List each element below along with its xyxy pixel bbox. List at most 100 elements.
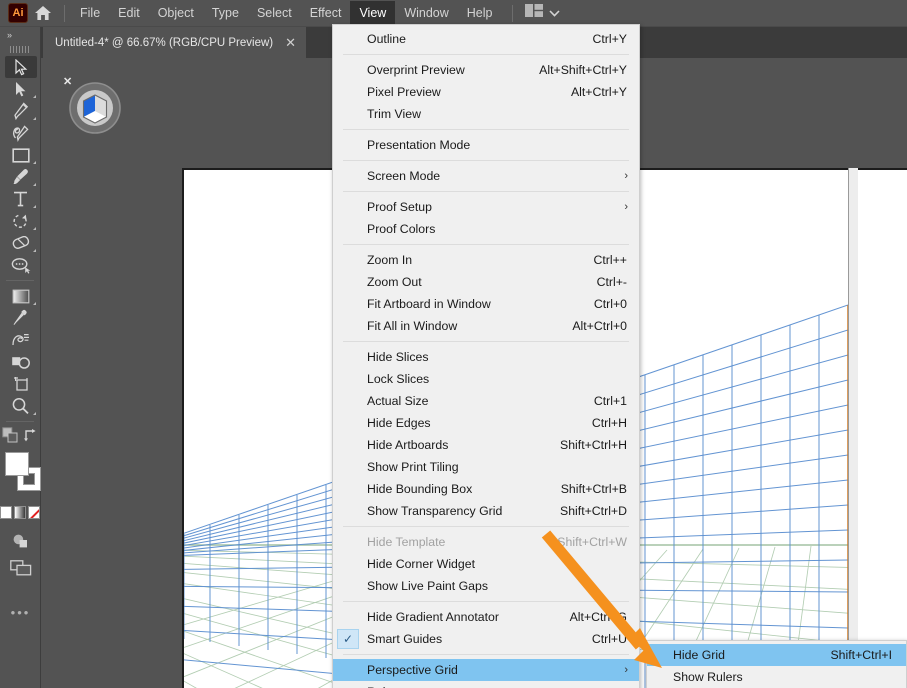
- menu-row-hide-gradient-annotator[interactable]: Hide Gradient Annotator Alt+Ctrl+G: [333, 606, 639, 628]
- menu-row-label: Fit Artboard in Window: [367, 297, 491, 311]
- menu-row-proof-setup[interactable]: Proof Setup ›: [333, 196, 639, 218]
- panel-drag-handle[interactable]: [0, 42, 40, 56]
- artboard-tool[interactable]: [0, 373, 41, 395]
- menu-file[interactable]: File: [71, 1, 109, 25]
- menu-row-presentation-mode[interactable]: Presentation Mode: [333, 134, 639, 156]
- drawing-mode-icon[interactable]: [0, 529, 41, 551]
- menu-row-rulers[interactable]: Rulers›: [333, 681, 639, 688]
- view-menu-dropdown[interactable]: Outline Ctrl+Y Overprint Preview Alt+Shift+…: [332, 24, 640, 688]
- menu-row-outline[interactable]: Outline Ctrl+Y: [333, 28, 639, 50]
- menu-row-hide-template: Hide Template Shift+Ctrl+W: [333, 531, 639, 553]
- perspective-grid-widget[interactable]: ✕: [63, 76, 122, 135]
- menu-row-overprint-preview[interactable]: Overprint Preview Alt+Shift+Ctrl+Y: [333, 59, 639, 81]
- menu-row-zoom-out[interactable]: Zoom Out Ctrl+-: [333, 271, 639, 293]
- close-icon[interactable]: ✕: [63, 75, 72, 88]
- document-tab[interactable]: Untitled-4* @ 66.67% (RGB/CPU Preview) ✕: [43, 27, 307, 58]
- menu-row-screen-mode[interactable]: Screen Mode ›: [333, 165, 639, 187]
- fill-swatch[interactable]: [5, 452, 29, 476]
- menu-help[interactable]: Help: [458, 1, 502, 25]
- menu-row-proof-colors[interactable]: Proof Colors: [333, 218, 639, 240]
- menu-row-hide-slices[interactable]: Hide Slices: [333, 346, 639, 368]
- menu-row-show-print-tiling[interactable]: Show Print Tiling: [333, 456, 639, 478]
- eyedropper-tool[interactable]: [0, 307, 41, 329]
- menu-row-show-live-paint-gaps[interactable]: Show Live Paint Gaps: [333, 575, 639, 597]
- menu-row-shortcut: Ctrl+Y: [592, 32, 627, 46]
- pen-tool[interactable]: [0, 100, 41, 122]
- blend-tool[interactable]: [0, 329, 41, 351]
- menu-object[interactable]: Object: [149, 1, 203, 25]
- edit-toolbar-icon[interactable]: •••: [0, 601, 41, 623]
- document-tab-label: Untitled-4* @ 66.67% (RGB/CPU Preview): [55, 36, 274, 49]
- menu-row-trim-view[interactable]: Trim View: [333, 103, 639, 125]
- menu-row-hide-edges[interactable]: Hide Edges Ctrl+H: [333, 412, 639, 434]
- menu-row-label: Hide Bounding Box: [367, 482, 473, 496]
- lasso-tool[interactable]: [0, 254, 41, 276]
- menu-row-fit-all-in-window[interactable]: Fit All in Window Alt+Ctrl+0: [333, 315, 639, 337]
- type-tool[interactable]: [0, 188, 41, 210]
- menu-select[interactable]: Select: [248, 1, 301, 25]
- curvature-tool[interactable]: [0, 122, 41, 144]
- menu-row-label: Proof Colors: [367, 222, 436, 236]
- menu-row-label: Lock Slices: [367, 372, 430, 386]
- gradient-fill-icon[interactable]: [14, 506, 26, 519]
- none-fill-icon[interactable]: [28, 506, 40, 519]
- edit-toolbar-dots: •••: [10, 604, 31, 620]
- gradient-tool[interactable]: [0, 285, 41, 307]
- menu-row-fit-artboard-in-window[interactable]: Fit Artboard in Window Ctrl+0: [333, 293, 639, 315]
- rotate-tool[interactable]: [0, 210, 41, 232]
- menu-type[interactable]: Type: [203, 1, 248, 25]
- zoom-tool[interactable]: [0, 395, 41, 417]
- submenu-arrow-icon: ›: [624, 201, 628, 213]
- menu-row-show-transparency-grid[interactable]: Show Transparency Grid Shift+Ctrl+D: [333, 500, 639, 522]
- submenu-row-shortcut: Shift+Ctrl+I: [830, 648, 892, 662]
- fill-stroke-swatches[interactable]: [0, 450, 41, 502]
- menu-row-label: Hide Slices: [367, 350, 429, 364]
- menubar-divider-2: [511, 4, 513, 22]
- menu-row-shortcut: Ctrl+-: [596, 275, 627, 289]
- menu-row-lock-slices[interactable]: Lock Slices: [333, 368, 639, 390]
- home-icon[interactable]: [28, 0, 58, 27]
- rectangle-tool[interactable]: [0, 144, 41, 166]
- menu-separator: [343, 160, 629, 161]
- illustrator-window: Ai File Edit Object Type Select Effect View Win…: [0, 0, 907, 688]
- menu-row-label: Screen Mode: [367, 169, 441, 183]
- toolbar-separator-2: [6, 421, 34, 422]
- menu-row-label: Actual Size: [367, 394, 429, 408]
- perspective-grid-submenu[interactable]: Hide Grid Shift+Ctrl+I Show Rulers: [646, 640, 907, 688]
- menu-row-shortcut: Ctrl++: [593, 253, 628, 267]
- close-icon[interactable]: ✕: [285, 36, 296, 49]
- menu-row-hide-artboards[interactable]: Hide Artboards Shift+Ctrl+H: [333, 434, 639, 456]
- menu-row-smart-guides[interactable]: ✓ Smart Guides Ctrl+U: [333, 628, 639, 650]
- submenu-row-show-rulers[interactable]: Show Rulers: [647, 666, 906, 688]
- menu-row-label: Fit All in Window: [367, 319, 458, 333]
- color-fill-icon[interactable]: [0, 506, 12, 519]
- screen-mode-icon[interactable]: [0, 557, 41, 579]
- collapse-panel-icon[interactable]: »: [0, 27, 40, 42]
- shape-builder-tool[interactable]: [0, 351, 41, 373]
- menu-row-hide-bounding-box[interactable]: Hide Bounding Box Shift+Ctrl+B: [333, 478, 639, 500]
- selection-tool[interactable]: [0, 56, 41, 78]
- menu-row-pixel-preview[interactable]: Pixel Preview Alt+Ctrl+Y: [333, 81, 639, 103]
- menu-row-shortcut: Ctrl+H: [591, 416, 627, 430]
- menu-view[interactable]: View: [350, 1, 396, 25]
- paintbrush-tool[interactable]: [0, 166, 41, 188]
- menu-row-perspective-grid[interactable]: Perspective Grid ›: [333, 659, 639, 681]
- workspace-switcher[interactable]: [519, 4, 566, 22]
- default-fill-stroke-icon[interactable]: [2, 426, 18, 448]
- submenu-row-hide-grid[interactable]: Hide Grid Shift+Ctrl+I: [647, 644, 906, 666]
- menu-row-shortcut: Alt+Ctrl+0: [572, 319, 627, 333]
- swap-fill-stroke-icon[interactable]: [23, 428, 38, 447]
- direct-selection-tool[interactable]: [0, 78, 41, 100]
- menu-row-label: Smart Guides: [367, 632, 443, 646]
- menu-effect[interactable]: Effect: [301, 1, 351, 25]
- menu-row-hide-corner-widget[interactable]: Hide Corner Widget: [333, 553, 639, 575]
- app-logo-icon: Ai: [8, 3, 28, 23]
- checkmark-icon: ✓: [337, 629, 359, 649]
- eraser-tool[interactable]: [0, 232, 41, 254]
- menu-row-actual-size[interactable]: Actual Size Ctrl+1: [333, 390, 639, 412]
- menu-window[interactable]: Window: [395, 1, 457, 25]
- menu-row-shortcut: Shift+Ctrl+D: [560, 504, 627, 518]
- menu-row-zoom-in[interactable]: Zoom In Ctrl++: [333, 249, 639, 271]
- menu-edit[interactable]: Edit: [109, 1, 149, 25]
- menu-row-label: Pixel Preview: [367, 85, 441, 99]
